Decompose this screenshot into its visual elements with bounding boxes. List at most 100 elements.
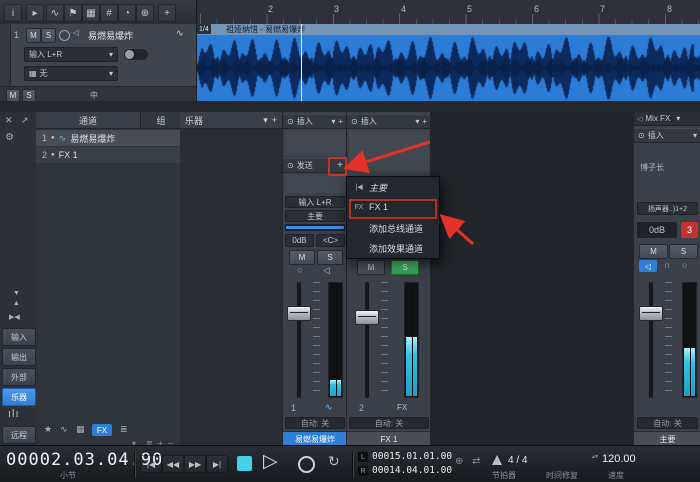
record-arm-icon[interactable]: ○ [297, 265, 302, 275]
chevron-down-icon[interactable]: ▾ [263, 115, 268, 126]
timeline-ruler[interactable]: 2 3 4 5 6 7 8 [196, 0, 700, 24]
inserts-section-header[interactable]: ⊙ 插入 ▾ + [283, 114, 347, 129]
sine-tool-icon[interactable]: ∿ [46, 4, 64, 22]
audio-waveform[interactable] [196, 35, 700, 101]
headphone-icon[interactable]: ∩ [664, 260, 670, 270]
list-filter-icon[interactable]: ≣ [120, 424, 128, 435]
monitor-icon[interactable]: ◁ [323, 265, 330, 276]
strip-input-select[interactable]: 输入 L+R [285, 196, 345, 208]
output-device-select[interactable]: 扬声器..)1+2 [637, 202, 698, 215]
inserts-section-header[interactable]: ⊙ 插入 ▾ + [347, 114, 431, 129]
power-icon[interactable]: ⊙ [287, 117, 294, 126]
channel-row-2[interactable]: 2 ● FX 1 [36, 147, 180, 163]
solo-button[interactable]: S [317, 250, 343, 265]
power-icon[interactable]: ⊙ [351, 117, 358, 126]
add-icon[interactable]: + [158, 4, 176, 22]
mute-button[interactable]: M [289, 250, 315, 265]
strip-name[interactable]: FX 1 [347, 431, 431, 446]
add-send-icon[interactable]: + [337, 160, 343, 171]
strip-name[interactable]: 主要 [634, 431, 700, 446]
menu-item-main[interactable]: |◀ 主要 [347, 177, 439, 197]
monitor-icon[interactable]: ◁ [73, 28, 79, 37]
collapse-down-icon[interactable]: ▼ [13, 290, 20, 297]
volume-fader[interactable] [355, 280, 419, 400]
add-insert-icon[interactable]: + [422, 117, 427, 126]
strip-output-select[interactable]: 主要 [285, 210, 345, 222]
chevron-down-icon[interactable]: ▾ [693, 131, 697, 140]
menu-item-fx1[interactable]: FX FX 1 [347, 197, 439, 217]
tempo-spinner[interactable]: ▴▾ [592, 454, 598, 461]
volume-fader[interactable] [287, 280, 343, 400]
forward-button[interactable]: ▶▶ [184, 455, 206, 473]
power-icon[interactable]: ⊙ [287, 161, 294, 170]
clip-indicator[interactable]: 3 [681, 222, 698, 238]
sends-list[interactable] [285, 175, 345, 193]
chevron-down-icon[interactable]: ▾ [415, 117, 419, 126]
clock-icon[interactable]: ◔ [118, 4, 136, 22]
track-input-select[interactable]: 输入 L+R ▾ [24, 47, 118, 62]
position-counter[interactable]: 00002.03.04.90 [6, 450, 130, 470]
stop-button[interactable] [237, 456, 252, 471]
fader-cap[interactable] [355, 310, 379, 325]
pan-value[interactable]: 中 [90, 90, 98, 101]
pointer-tool-icon[interactable]: ▸ [26, 4, 44, 22]
speaker-select-button[interactable]: ◁ [639, 260, 657, 272]
mixfx-header[interactable]: ◁ Mix FX ▾ [634, 112, 700, 126]
inserts-list[interactable] [349, 131, 429, 171]
add-marker-icon[interactable]: ⊕ [455, 456, 463, 467]
fader-cap[interactable] [639, 306, 663, 321]
marker-flag-icon[interactable]: ⚑ [64, 4, 82, 22]
track-instrument-select[interactable]: ▦ 无 ▾ [24, 66, 118, 81]
go-start-button[interactable]: |◀ [140, 455, 162, 473]
chevron-down-icon[interactable]: ▾ [676, 114, 680, 123]
grid-icon[interactable]: ▦ [82, 4, 100, 22]
fx-filter-badge[interactable]: FX [92, 424, 112, 436]
mute-button[interactable]: M [639, 244, 668, 259]
metronome-icon[interactable] [492, 455, 502, 465]
pan-slider[interactable] [285, 224, 345, 231]
record-button[interactable] [298, 456, 315, 473]
collapse-left-icon[interactable]: ◁ [637, 115, 642, 123]
snap-icon[interactable]: # [100, 4, 118, 22]
track-mute-button[interactable]: M [26, 28, 41, 43]
mixer-bars-icon[interactable]: ılı [8, 408, 20, 420]
chevron-down-icon[interactable]: ▾ [331, 117, 335, 126]
automation-mode[interactable]: 自动: 关 [637, 417, 698, 429]
go-end-button[interactable]: ▶| [206, 455, 228, 473]
wave-filter-icon[interactable]: ∿ [60, 424, 68, 435]
time-signature[interactable]: 4 / 4 [508, 455, 527, 466]
gain-value[interactable]: 0dB [285, 234, 314, 247]
mute-button[interactable]: M [357, 260, 385, 275]
expand-icon[interactable]: ↗ [21, 115, 29, 126]
grid-value-chip[interactable]: 1/4 [197, 24, 211, 34]
info-icon[interactable]: i [4, 4, 22, 22]
wrench-icon[interactable]: ⚙ [5, 132, 14, 143]
sends-section-header[interactable]: ⊙ 发送 + [283, 158, 347, 173]
tempo-value[interactable]: 120.00 [602, 453, 636, 465]
close-icon[interactable]: ✕ [5, 115, 13, 126]
inserts-section-header[interactable]: ⊙ 插入 ▾ [634, 128, 700, 143]
collapse-up-icon[interactable]: ▲ [13, 300, 20, 307]
narrow-wide-icon[interactable]: ▶◀ [9, 313, 20, 321]
track-solo-button[interactable]: S [41, 28, 56, 43]
star-icon[interactable]: ★ [44, 424, 52, 435]
grid-filter-icon[interactable]: ▦ [76, 424, 85, 435]
automation-mode[interactable]: 自动: 关 [349, 417, 429, 429]
loop-start-value[interactable]: 00015.01.01.00 [372, 451, 452, 462]
bank-remote[interactable]: 远程 [2, 426, 36, 444]
swap-icon[interactable]: ⇄ [472, 456, 480, 467]
inserts-list[interactable] [285, 131, 345, 155]
add-insert-icon[interactable]: + [338, 117, 343, 126]
bank-inputs[interactable]: 输入 [2, 328, 36, 346]
power-icon[interactable]: ⊙ [638, 131, 645, 140]
playhead[interactable] [301, 24, 302, 101]
rewind-button[interactable]: ◀◀ [162, 455, 184, 473]
tab-channels[interactable]: 通道 [36, 112, 140, 128]
play-button[interactable]: ▷ [263, 449, 278, 475]
input-toggle[interactable] [124, 49, 148, 60]
pan-value[interactable]: <C> [316, 234, 345, 247]
solo-button[interactable]: S [669, 244, 698, 259]
bank-outputs[interactable]: 输出 [2, 348, 36, 366]
menu-item-add-bus[interactable]: 添加总线通道 [347, 218, 439, 238]
add-instrument-icon[interactable]: + [272, 115, 277, 125]
